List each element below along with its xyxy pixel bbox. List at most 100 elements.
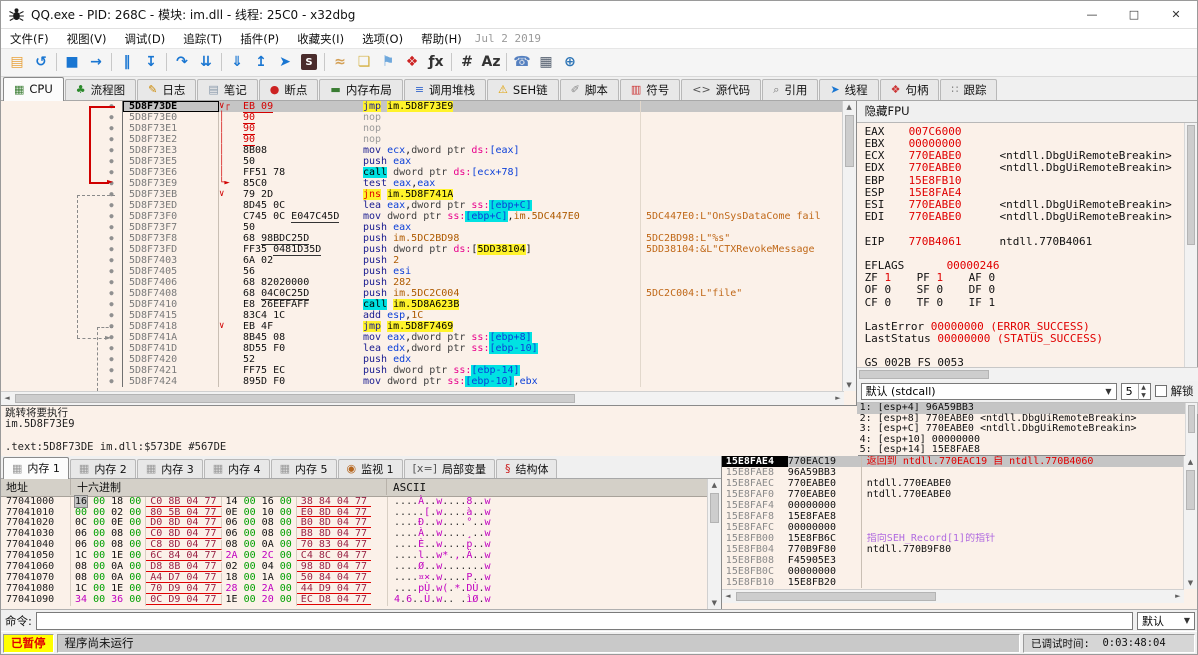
breakpoint-dot-icon[interactable]: ● (101, 101, 123, 112)
breakpoint-dot-icon[interactable]: ● (101, 266, 123, 277)
arguments-list[interactable]: 1: [esp+4] 96A59BB32: [esp+8] 770EABE0 <… (857, 403, 1198, 456)
restart-icon[interactable]: ↺ (29, 50, 53, 74)
stack-row[interactable]: 15E8FAFC00000000 (722, 522, 1197, 533)
breakpoint-dot-icon[interactable]: ● (101, 255, 123, 266)
dump-vertical-scrollbar[interactable]: ▲ ▼ (707, 479, 721, 609)
disasm-vertical-scrollbar[interactable]: ▲ ▼ (842, 101, 856, 391)
unlock-checkbox[interactable] (1155, 385, 1167, 397)
attach-icon[interactable]: ☎ (510, 50, 534, 74)
breakpoint-dot-icon[interactable]: ● (101, 354, 123, 365)
breakpoint-dot-icon[interactable]: ● (101, 112, 123, 123)
stack-row[interactable]: 15E8FAF815E8FAE8 (722, 511, 1197, 522)
stack-row[interactable]: 15E8FB08F45905E3 (722, 555, 1197, 566)
breakpoint-dot-icon[interactable]: ● (101, 178, 123, 189)
dump-tab-结构体[interactable]: §结构体 (496, 459, 558, 478)
tab-线程[interactable]: ➤线程 (819, 79, 878, 100)
breakpoint-dot-icon[interactable]: ● (101, 310, 123, 321)
settings-globe-icon[interactable]: ⊕ (558, 50, 582, 74)
tab-内存布局[interactable]: ▬内存布局 (319, 79, 402, 100)
hash-icon[interactable]: # (455, 50, 479, 74)
function-icon[interactable]: ƒx (424, 50, 448, 74)
registers-horizontal-scrollbar[interactable] (857, 367, 1198, 381)
tab-断点[interactable]: ●断点 (259, 79, 319, 100)
breakpoint-dot-icon[interactable]: ● (101, 222, 123, 233)
stack-row[interactable]: 15E8FAF0770EABE0ntdll.770EABE0 (722, 489, 1197, 500)
tab-CPU[interactable]: ▦CPU (3, 77, 64, 101)
disasm-row[interactable]: ●5D8F73EB∨79 2Djns im.5D8F741A (1, 189, 844, 200)
trace-over-icon[interactable]: ⇓ (225, 50, 249, 74)
menu-item-o[interactable]: 选项(O) (353, 29, 412, 49)
step-over-icon[interactable]: ↷ (170, 50, 194, 74)
dump-tab-局部变量[interactable]: [x=]局部变量 (404, 459, 495, 478)
breakpoint-dot-icon[interactable]: ● (101, 189, 123, 200)
bookmark-icon[interactable]: ❖ (400, 50, 424, 74)
tab-符号[interactable]: ▥符号 (620, 79, 680, 100)
stack-row[interactable]: 15E8FB04770B9F80ntdll.770B9F80 (722, 544, 1197, 555)
menu-item-h[interactable]: 帮助(H) (412, 29, 471, 49)
breakpoint-dot-icon[interactable]: ● (101, 365, 123, 376)
tab-跟踪[interactable]: ∷跟踪 (940, 79, 997, 100)
disasm-row[interactable]: ●5D8F73F750push eax (1, 222, 844, 233)
tab-句柄[interactable]: ❖句柄 (880, 79, 940, 100)
disasm-row[interactable]: ●5D8F73E1 │90nop (1, 123, 844, 134)
breakpoint-dot-icon[interactable]: ● (101, 200, 123, 211)
tab-日志[interactable]: ✎日志 (137, 79, 196, 100)
breakpoint-dot-icon[interactable]: ● (101, 123, 123, 134)
tab-SEH链[interactable]: ⚠SEH链 (487, 79, 559, 100)
open-file-icon[interactable]: ▤ (5, 50, 29, 74)
breakpoint-dot-icon[interactable]: ● (101, 376, 123, 387)
disasm-row[interactable]: ●5D8F740668 82020000push 282 (1, 277, 844, 288)
menu-item-p[interactable]: 插件(P) (231, 29, 288, 49)
disasm-row[interactable]: ●5D8F740868 04C0C25Dpush im.5DC2C0045DC2… (1, 288, 844, 299)
breakpoint-dot-icon[interactable]: ● (101, 167, 123, 178)
command-input[interactable] (36, 612, 1133, 630)
disasm-horizontal-scrollbar[interactable]: ◄ ► (1, 391, 844, 405)
argument-row[interactable]: 5: [esp+14] 15E8FAE8 (857, 445, 1198, 456)
disasm-row[interactable]: ●5D8F73FDFF35 0481D35Dpush dword ptr ds:… (1, 244, 844, 255)
trace-into-icon[interactable]: ⇊ (194, 50, 218, 74)
tab-笔记[interactable]: ▤笔记 (197, 79, 257, 100)
disasm-row[interactable]: ●5D8F741D8D55 F0lea edx,dword ptr ss:[eb… (1, 343, 844, 354)
registers-vertical-scrollbar[interactable] (1184, 123, 1197, 367)
disasm-row[interactable]: ●5D8F741A8B45 08mov eax,dword ptr ss:[eb… (1, 332, 844, 343)
disasm-row[interactable]: ●5D8F73DE∨┌EB 09jmp im.5D8F73E9 (1, 101, 844, 112)
menu-item-v[interactable]: 视图(V) (58, 29, 116, 49)
disasm-row[interactable]: ●5D8F73F868 98BDC25Dpush im.5DC2BD985DC2… (1, 233, 844, 244)
dump-tab-内存 2[interactable]: ▦内存 2 (70, 459, 136, 478)
dump-tab-监视 1[interactable]: ◉监视 1 (338, 459, 403, 478)
stack-row[interactable]: 15E8FAE4770EAC19返回到 ntdll.770EAC19 自 ntd… (722, 456, 1197, 467)
stack-row[interactable]: 15E8FAF400000000 (722, 500, 1197, 511)
disasm-row[interactable]: ●5D8F73E6 │FF51 78call dword ptr ds:[ecx… (1, 167, 844, 178)
disasm-row[interactable]: ●5D8F73E9 └►85C0test eax,eax (1, 178, 844, 189)
disasm-row[interactable]: ●5D8F740556push esi (1, 266, 844, 277)
stack-row[interactable]: 15E8FB1015E8FB20 (722, 577, 1197, 588)
breakpoint-dot-icon[interactable]: ● (101, 321, 123, 332)
run-icon[interactable]: → (84, 50, 108, 74)
dump-row[interactable]: 7704109034 00 36 000C D9 04 771E 00 20 0… (1, 595, 721, 606)
disasm-row[interactable]: ●5D8F73E3 │8B08mov ecx,dword ptr ds:[eax… (1, 145, 844, 156)
disasm-row[interactable]: ●5D8F7418∨EB 4Fjmp im.5D8F7469 (1, 321, 844, 332)
stack-row[interactable]: 15E8FAEC770EABE0ntdll.770EABE0 (722, 478, 1197, 489)
breakpoint-dot-icon[interactable]: ● (101, 156, 123, 167)
disasm-row[interactable]: ●5D8F73F0C745 0C E047C45Dmov dword ptr s… (1, 211, 844, 222)
stack-vertical-scrollbar[interactable]: ▲ ▼ (1183, 456, 1197, 589)
minimize-button[interactable]: — (1071, 1, 1113, 29)
label-icon[interactable]: ⚑ (376, 50, 400, 74)
argument-count-spinner[interactable]: 5 ▲▼ (1121, 383, 1151, 400)
breakpoint-dot-icon[interactable]: ● (101, 233, 123, 244)
disasm-row[interactable]: ●5D8F7424895D F0mov dword ptr ss:[ebp-10… (1, 376, 844, 387)
tab-调用堆栈[interactable]: ≡调用堆栈 (404, 79, 486, 100)
close-button[interactable]: ✕ (1155, 1, 1197, 29)
calculator-icon[interactable]: ▦ (534, 50, 558, 74)
disasm-row[interactable]: ●5D8F73ED8D45 0Clea eax,dword ptr ss:[eb… (1, 200, 844, 211)
breakpoint-dot-icon[interactable]: ● (101, 145, 123, 156)
argument-row[interactable]: 1: [esp+4] 96A59BB3 (857, 403, 1198, 414)
step-into-icon[interactable]: ↧ (139, 50, 163, 74)
command-profile-select[interactable]: 默认▼ (1137, 612, 1195, 630)
breakpoint-dot-icon[interactable]: ● (101, 244, 123, 255)
maximize-button[interactable]: □ (1113, 1, 1155, 29)
breakpoint-dot-icon[interactable]: ● (101, 277, 123, 288)
disasm-row[interactable]: ●5D8F74036A 02push 2 (1, 255, 844, 266)
dump-tab-内存 4[interactable]: ▦内存 4 (204, 459, 270, 478)
stack-horizontal-scrollbar[interactable]: ◄ ► (722, 589, 1184, 603)
